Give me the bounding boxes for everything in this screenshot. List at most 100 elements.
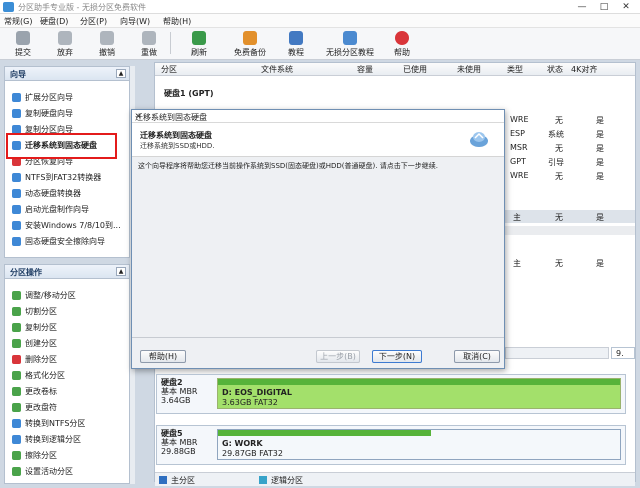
- redo-icon: [142, 31, 156, 45]
- col-partition[interactable]: 分区: [161, 64, 177, 75]
- menu-wizard[interactable]: 向导(W): [120, 16, 150, 27]
- column-header: 分区 文件系统 容量 已使用 未使用 类型 状态 4K对齐: [155, 63, 635, 76]
- dialog-body: 这个向导程序将帮助您迁移当前操作系统到SSD(固态硬盘)或HDD(普通硬盘). …: [132, 157, 504, 337]
- hscrollbar[interactable]: [505, 347, 609, 359]
- help-icon: [395, 31, 409, 45]
- lossless-tutorial-button[interactable]: 无损分区教程: [322, 30, 378, 58]
- partition-block[interactable]: D: EOS_DIGITAL 3.63GB FAT32: [217, 378, 621, 409]
- disk-row[interactable]: 硬盘2 基本 MBR 3.64GB D: EOS_DIGITAL 3.63GB FA…: [156, 374, 626, 414]
- row-status: 无: [555, 213, 563, 222]
- migrate-os-dialog: 迁移系统到固态硬盘 ✕ 迁移系统到固态硬盘 迁移系统到SSD或HDD. 这个向导…: [131, 109, 505, 369]
- selected-row[interactable]: 主无是: [505, 210, 635, 223]
- dialog-close-icon[interactable]: ✕: [135, 112, 500, 121]
- col-status[interactable]: 状态: [547, 64, 563, 75]
- title-bar: 分区助手专业版 - 无损分区免费软件 — □ ✕: [0, 0, 640, 14]
- row-align: 是: [596, 259, 604, 268]
- dialog-description: 这个向导程序将帮助您迁移当前操作系统到SSD(固态硬盘)或HDD(普通硬盘). …: [138, 162, 438, 170]
- ops-panel-title: 分区操作: [10, 268, 42, 277]
- dialog-banner: 迁移系统到固态硬盘 迁移系统到SSD或HDD.: [132, 123, 504, 157]
- toolbar: 提交 放弃 撤销 重做 刷新 免费备份 教程 无损分区教程 帮助: [0, 28, 640, 60]
- col-filesystem[interactable]: 文件系统: [261, 64, 293, 75]
- menu-help[interactable]: 帮助(H): [163, 16, 191, 27]
- collapse-button[interactable]: ▲: [116, 69, 126, 78]
- dialog-subheading: 迁移系统到SSD或HDD.: [140, 142, 215, 150]
- partition-rows: WRE 无是 ESP 系统是 MSR 无是 GPT 引导是 WRE 无是: [510, 111, 635, 224]
- row-align: 是: [596, 144, 604, 153]
- col-unused[interactable]: 未使用: [457, 64, 481, 75]
- row-status: 无: [555, 172, 563, 181]
- dialog-help-button[interactable]: 帮助(H): [140, 350, 186, 363]
- collapse-button[interactable]: ▲: [116, 267, 126, 276]
- close-button[interactable]: ✕: [614, 1, 638, 13]
- disk-size: 3.64GB: [161, 396, 191, 405]
- book-icon: [289, 31, 303, 45]
- row-align: 是: [596, 172, 604, 181]
- col-used[interactable]: 已使用: [403, 64, 427, 75]
- dialog-cancel-button[interactable]: 取消(C): [454, 350, 500, 363]
- highlight-box: [6, 133, 117, 159]
- legend-logical: 逻辑分区: [271, 476, 303, 485]
- dialog-title-bar: 迁移系统到固态硬盘 ✕: [132, 110, 504, 123]
- backup-button[interactable]: 免费备份: [228, 30, 272, 58]
- disk-name: 硬盘2: [161, 378, 183, 387]
- partition-info: 3.63GB FAT32: [222, 398, 278, 407]
- ssd-migrate-icon: [468, 129, 490, 149]
- row-status: 无: [555, 259, 563, 268]
- row-type: ESP: [510, 129, 525, 138]
- refresh-button[interactable]: 刷新: [186, 30, 212, 58]
- row-gap: [505, 226, 635, 235]
- dialog-footer: 帮助(H) 上一步(B) 下一步(N) 取消(C): [132, 337, 504, 368]
- row-status: 系统: [548, 130, 564, 139]
- primary-swatch: [159, 476, 167, 484]
- help-button[interactable]: 帮助: [390, 30, 414, 58]
- row-type: 主: [513, 259, 521, 268]
- undo-button[interactable]: 撤销: [94, 30, 120, 58]
- row-align: 是: [596, 158, 604, 167]
- tutorial-icon: [343, 31, 357, 45]
- check-icon: [16, 31, 30, 45]
- partition-info: 29.87GB FAT32: [222, 449, 283, 458]
- row-type: WRE: [510, 171, 529, 180]
- row-status: 引导: [548, 158, 564, 167]
- partition-label: D: EOS_DIGITAL: [222, 388, 292, 397]
- disk1-label: 硬盘1 (GPT): [164, 89, 214, 98]
- menu-disk[interactable]: 硬盘(D): [40, 16, 68, 27]
- partition-label: G: WORK: [222, 439, 263, 448]
- wizard-panel-title: 向导: [10, 70, 26, 79]
- maximize-button[interactable]: □: [592, 1, 616, 13]
- row-align: 是: [596, 130, 604, 139]
- redo-button[interactable]: 重做: [136, 30, 162, 58]
- disk-type: 基本 MBR: [161, 387, 198, 396]
- row-type: GPT: [510, 157, 526, 166]
- legend: 主分区 逻辑分区: [155, 472, 635, 486]
- disk-size: 29.88GB: [161, 447, 196, 456]
- partition-usage-fill: [218, 379, 620, 385]
- logical-swatch: [259, 476, 267, 484]
- col-4k-align[interactable]: 4K对齐: [571, 64, 597, 75]
- disk-row[interactable]: 硬盘5 基本 MBR 29.88GB G: WORK 29.87GB FAT32: [156, 425, 626, 465]
- discard-icon: [58, 31, 72, 45]
- discard-button[interactable]: 放弃: [52, 30, 78, 58]
- dialog-prev-button[interactable]: 上一步(B): [316, 350, 360, 363]
- partition-row[interactable]: 主无是: [505, 256, 635, 269]
- row-status: 无: [555, 144, 563, 153]
- dialog-heading: 迁移系统到固态硬盘: [140, 131, 212, 140]
- minimize-button[interactable]: —: [570, 1, 594, 13]
- partition-usage-fill: [218, 430, 432, 436]
- tutorial-button[interactable]: 教程: [284, 30, 308, 58]
- submit-button[interactable]: 提交: [10, 30, 36, 58]
- menu-general[interactable]: 常规(G): [4, 16, 32, 27]
- row-align: 是: [596, 213, 604, 222]
- dialog-next-button[interactable]: 下一步(N): [372, 350, 422, 363]
- partition-block[interactable]: G: WORK 29.87GB FAT32: [217, 429, 621, 460]
- col-type[interactable]: 类型: [507, 64, 523, 75]
- disk-type: 基本 MBR: [161, 438, 198, 447]
- disk-name: 硬盘5: [161, 429, 183, 438]
- menu-partition[interactable]: 分区(P): [80, 16, 107, 27]
- row-type: MSR: [510, 143, 528, 152]
- row-type: 主: [513, 213, 521, 222]
- window-title: 分区助手专业版 - 无损分区免费软件: [18, 3, 146, 12]
- col-capacity[interactable]: 容量: [357, 64, 373, 75]
- legend-primary: 主分区: [171, 476, 195, 485]
- zoom-box[interactable]: 9.: [611, 347, 635, 359]
